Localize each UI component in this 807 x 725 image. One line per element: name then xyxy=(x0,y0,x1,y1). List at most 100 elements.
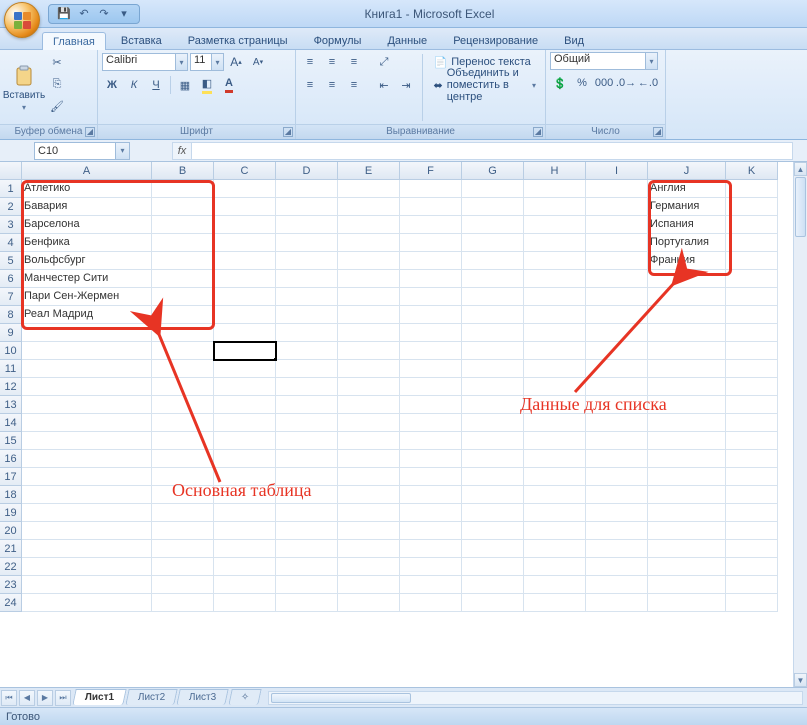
column-header-F[interactable]: F xyxy=(400,162,462,180)
row-header-3[interactable]: 3 xyxy=(0,216,22,234)
cell-J12[interactable] xyxy=(648,378,726,396)
cell-E8[interactable] xyxy=(338,306,400,324)
cell-A3[interactable]: Барселона xyxy=(22,216,152,234)
cell-F4[interactable] xyxy=(400,234,462,252)
cell-I20[interactable] xyxy=(586,522,648,540)
cell-A19[interactable] xyxy=(22,504,152,522)
cell-E5[interactable] xyxy=(338,252,400,270)
cell-B9[interactable] xyxy=(152,324,214,342)
cell-H20[interactable] xyxy=(524,522,586,540)
office-button[interactable] xyxy=(4,2,40,38)
cell-C16[interactable] xyxy=(214,450,276,468)
cell-D14[interactable] xyxy=(276,414,338,432)
cell-I6[interactable] xyxy=(586,270,648,288)
cell-E21[interactable] xyxy=(338,540,400,558)
cell-E19[interactable] xyxy=(338,504,400,522)
cell-E6[interactable] xyxy=(338,270,400,288)
sheet-tab-new[interactable]: ✧ xyxy=(228,689,262,705)
cell-I10[interactable] xyxy=(586,342,648,360)
cell-K7[interactable] xyxy=(726,288,778,306)
scroll-thumb[interactable] xyxy=(795,177,806,237)
cell-K11[interactable] xyxy=(726,360,778,378)
shrink-font-button[interactable]: A▾ xyxy=(248,52,268,72)
column-header-K[interactable]: K xyxy=(726,162,778,180)
cell-E23[interactable] xyxy=(338,576,400,594)
cell-A17[interactable] xyxy=(22,468,152,486)
cell-J19[interactable] xyxy=(648,504,726,522)
cell-A9[interactable] xyxy=(22,324,152,342)
row-header-6[interactable]: 6 xyxy=(0,270,22,288)
cell-J22[interactable] xyxy=(648,558,726,576)
row-header-7[interactable]: 7 xyxy=(0,288,22,306)
cell-G9[interactable] xyxy=(462,324,524,342)
vertical-scrollbar[interactable]: ▲ ▼ xyxy=(793,162,807,687)
sheet-nav-next[interactable]: ▶ xyxy=(37,690,53,706)
cell-G4[interactable] xyxy=(462,234,524,252)
cell-F7[interactable] xyxy=(400,288,462,306)
cell-D20[interactable] xyxy=(276,522,338,540)
cell-K24[interactable] xyxy=(726,594,778,612)
scroll-up-icon[interactable]: ▲ xyxy=(794,162,807,176)
cell-K12[interactable] xyxy=(726,378,778,396)
cell-K22[interactable] xyxy=(726,558,778,576)
cells-area[interactable]: АтлетикоАнглияБаварияГерманияБарселонаИс… xyxy=(22,180,793,687)
cell-E4[interactable] xyxy=(338,234,400,252)
dialog-launcher-icon[interactable]: ◢ xyxy=(533,127,543,137)
cell-E10[interactable] xyxy=(338,342,400,360)
cell-A6[interactable]: Манчестер Сити xyxy=(22,270,152,288)
cell-D1[interactable] xyxy=(276,180,338,198)
cell-K13[interactable] xyxy=(726,396,778,414)
cell-H15[interactable] xyxy=(524,432,586,450)
cell-B13[interactable] xyxy=(152,396,214,414)
cell-A12[interactable] xyxy=(22,378,152,396)
row-header-18[interactable]: 18 xyxy=(0,486,22,504)
decrease-indent-button[interactable]: ⇤ xyxy=(374,75,394,95)
cell-F14[interactable] xyxy=(400,414,462,432)
cell-B22[interactable] xyxy=(152,558,214,576)
cell-B17[interactable] xyxy=(152,468,214,486)
dialog-launcher-icon[interactable]: ◢ xyxy=(283,127,293,137)
cell-B3[interactable] xyxy=(152,216,214,234)
cell-C23[interactable] xyxy=(214,576,276,594)
cell-B23[interactable] xyxy=(152,576,214,594)
cell-J15[interactable] xyxy=(648,432,726,450)
cell-J9[interactable] xyxy=(648,324,726,342)
cell-I12[interactable] xyxy=(586,378,648,396)
scroll-thumb[interactable] xyxy=(271,693,411,703)
cell-D15[interactable] xyxy=(276,432,338,450)
cell-C1[interactable] xyxy=(214,180,276,198)
cell-C3[interactable] xyxy=(214,216,276,234)
cell-H19[interactable] xyxy=(524,504,586,522)
cell-K20[interactable] xyxy=(726,522,778,540)
row-header-15[interactable]: 15 xyxy=(0,432,22,450)
cell-D6[interactable] xyxy=(276,270,338,288)
accounting-format-button[interactable]: 💲 xyxy=(550,73,570,93)
cell-I5[interactable] xyxy=(586,252,648,270)
cell-A23[interactable] xyxy=(22,576,152,594)
cell-E17[interactable] xyxy=(338,468,400,486)
cell-J5[interactable]: Франция xyxy=(648,252,726,270)
cell-G8[interactable] xyxy=(462,306,524,324)
underline-button[interactable]: Ч xyxy=(146,75,166,95)
font-name-select[interactable]: Calibri▾ xyxy=(102,53,188,71)
cell-G21[interactable] xyxy=(462,540,524,558)
redo-icon[interactable]: ↷ xyxy=(97,7,111,21)
cell-C10[interactable] xyxy=(214,342,276,360)
cell-H9[interactable] xyxy=(524,324,586,342)
cell-D19[interactable] xyxy=(276,504,338,522)
cell-B1[interactable] xyxy=(152,180,214,198)
cell-K14[interactable] xyxy=(726,414,778,432)
cell-G24[interactable] xyxy=(462,594,524,612)
cell-E15[interactable] xyxy=(338,432,400,450)
cell-G5[interactable] xyxy=(462,252,524,270)
cell-A7[interactable]: Пари Сен-Жермен xyxy=(22,288,152,306)
sheet-tab-1[interactable]: Лист1 xyxy=(72,689,127,705)
row-header-10[interactable]: 10 xyxy=(0,342,22,360)
cell-C22[interactable] xyxy=(214,558,276,576)
row-header-21[interactable]: 21 xyxy=(0,540,22,558)
cell-G7[interactable] xyxy=(462,288,524,306)
cell-B8[interactable] xyxy=(152,306,214,324)
tab-data[interactable]: Данные xyxy=(376,31,438,49)
cell-G17[interactable] xyxy=(462,468,524,486)
name-box[interactable]: C10▾ xyxy=(34,142,130,160)
